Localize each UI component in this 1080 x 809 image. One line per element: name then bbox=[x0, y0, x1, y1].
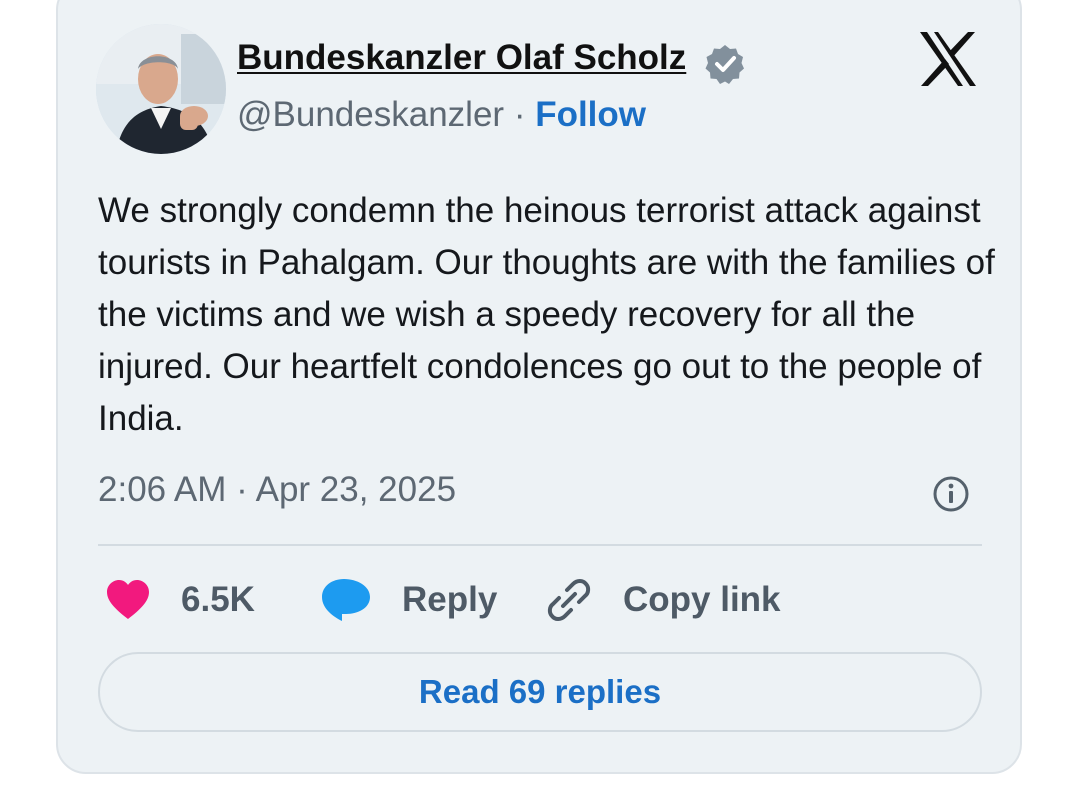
reply-label: Reply bbox=[402, 580, 498, 619]
read-replies-button[interactable]: Read 69 replies bbox=[98, 652, 982, 732]
like-count: 6.5K bbox=[181, 580, 255, 619]
tweet-time: 2:06 AM bbox=[98, 470, 227, 509]
timestamp-separator: · bbox=[236, 470, 248, 509]
tweet-timestamp[interactable]: 2:06 AM · Apr 23, 2025 bbox=[98, 470, 456, 510]
verified-badge-icon bbox=[705, 45, 744, 84]
copy-link-label: Copy link bbox=[623, 580, 781, 619]
info-icon[interactable] bbox=[932, 475, 970, 513]
tweet-date: Apr 23, 2025 bbox=[255, 470, 457, 509]
divider bbox=[98, 544, 982, 546]
reply-button[interactable]: Reply bbox=[320, 575, 497, 625]
separator-dot: · bbox=[513, 95, 526, 134]
author-avatar[interactable] bbox=[96, 24, 226, 154]
like-button[interactable]: 6.5K bbox=[105, 575, 255, 625]
follow-button[interactable]: Follow bbox=[535, 95, 646, 134]
tweet-text: We strongly condemn the heinous terroris… bbox=[98, 191, 995, 438]
avatar-photo bbox=[96, 24, 226, 154]
speech-bubble-icon bbox=[322, 579, 370, 621]
handle-row: @Bundeskanzler · Follow bbox=[237, 95, 646, 135]
x-logo-icon[interactable] bbox=[918, 30, 978, 88]
copy-link-button[interactable]: Copy link bbox=[545, 575, 781, 625]
heart-icon bbox=[107, 580, 149, 619]
author-name[interactable]: Bundeskanzler Olaf Scholz bbox=[237, 38, 686, 78]
author-handle[interactable]: @Bundeskanzler bbox=[237, 95, 504, 134]
link-icon bbox=[547, 579, 591, 621]
